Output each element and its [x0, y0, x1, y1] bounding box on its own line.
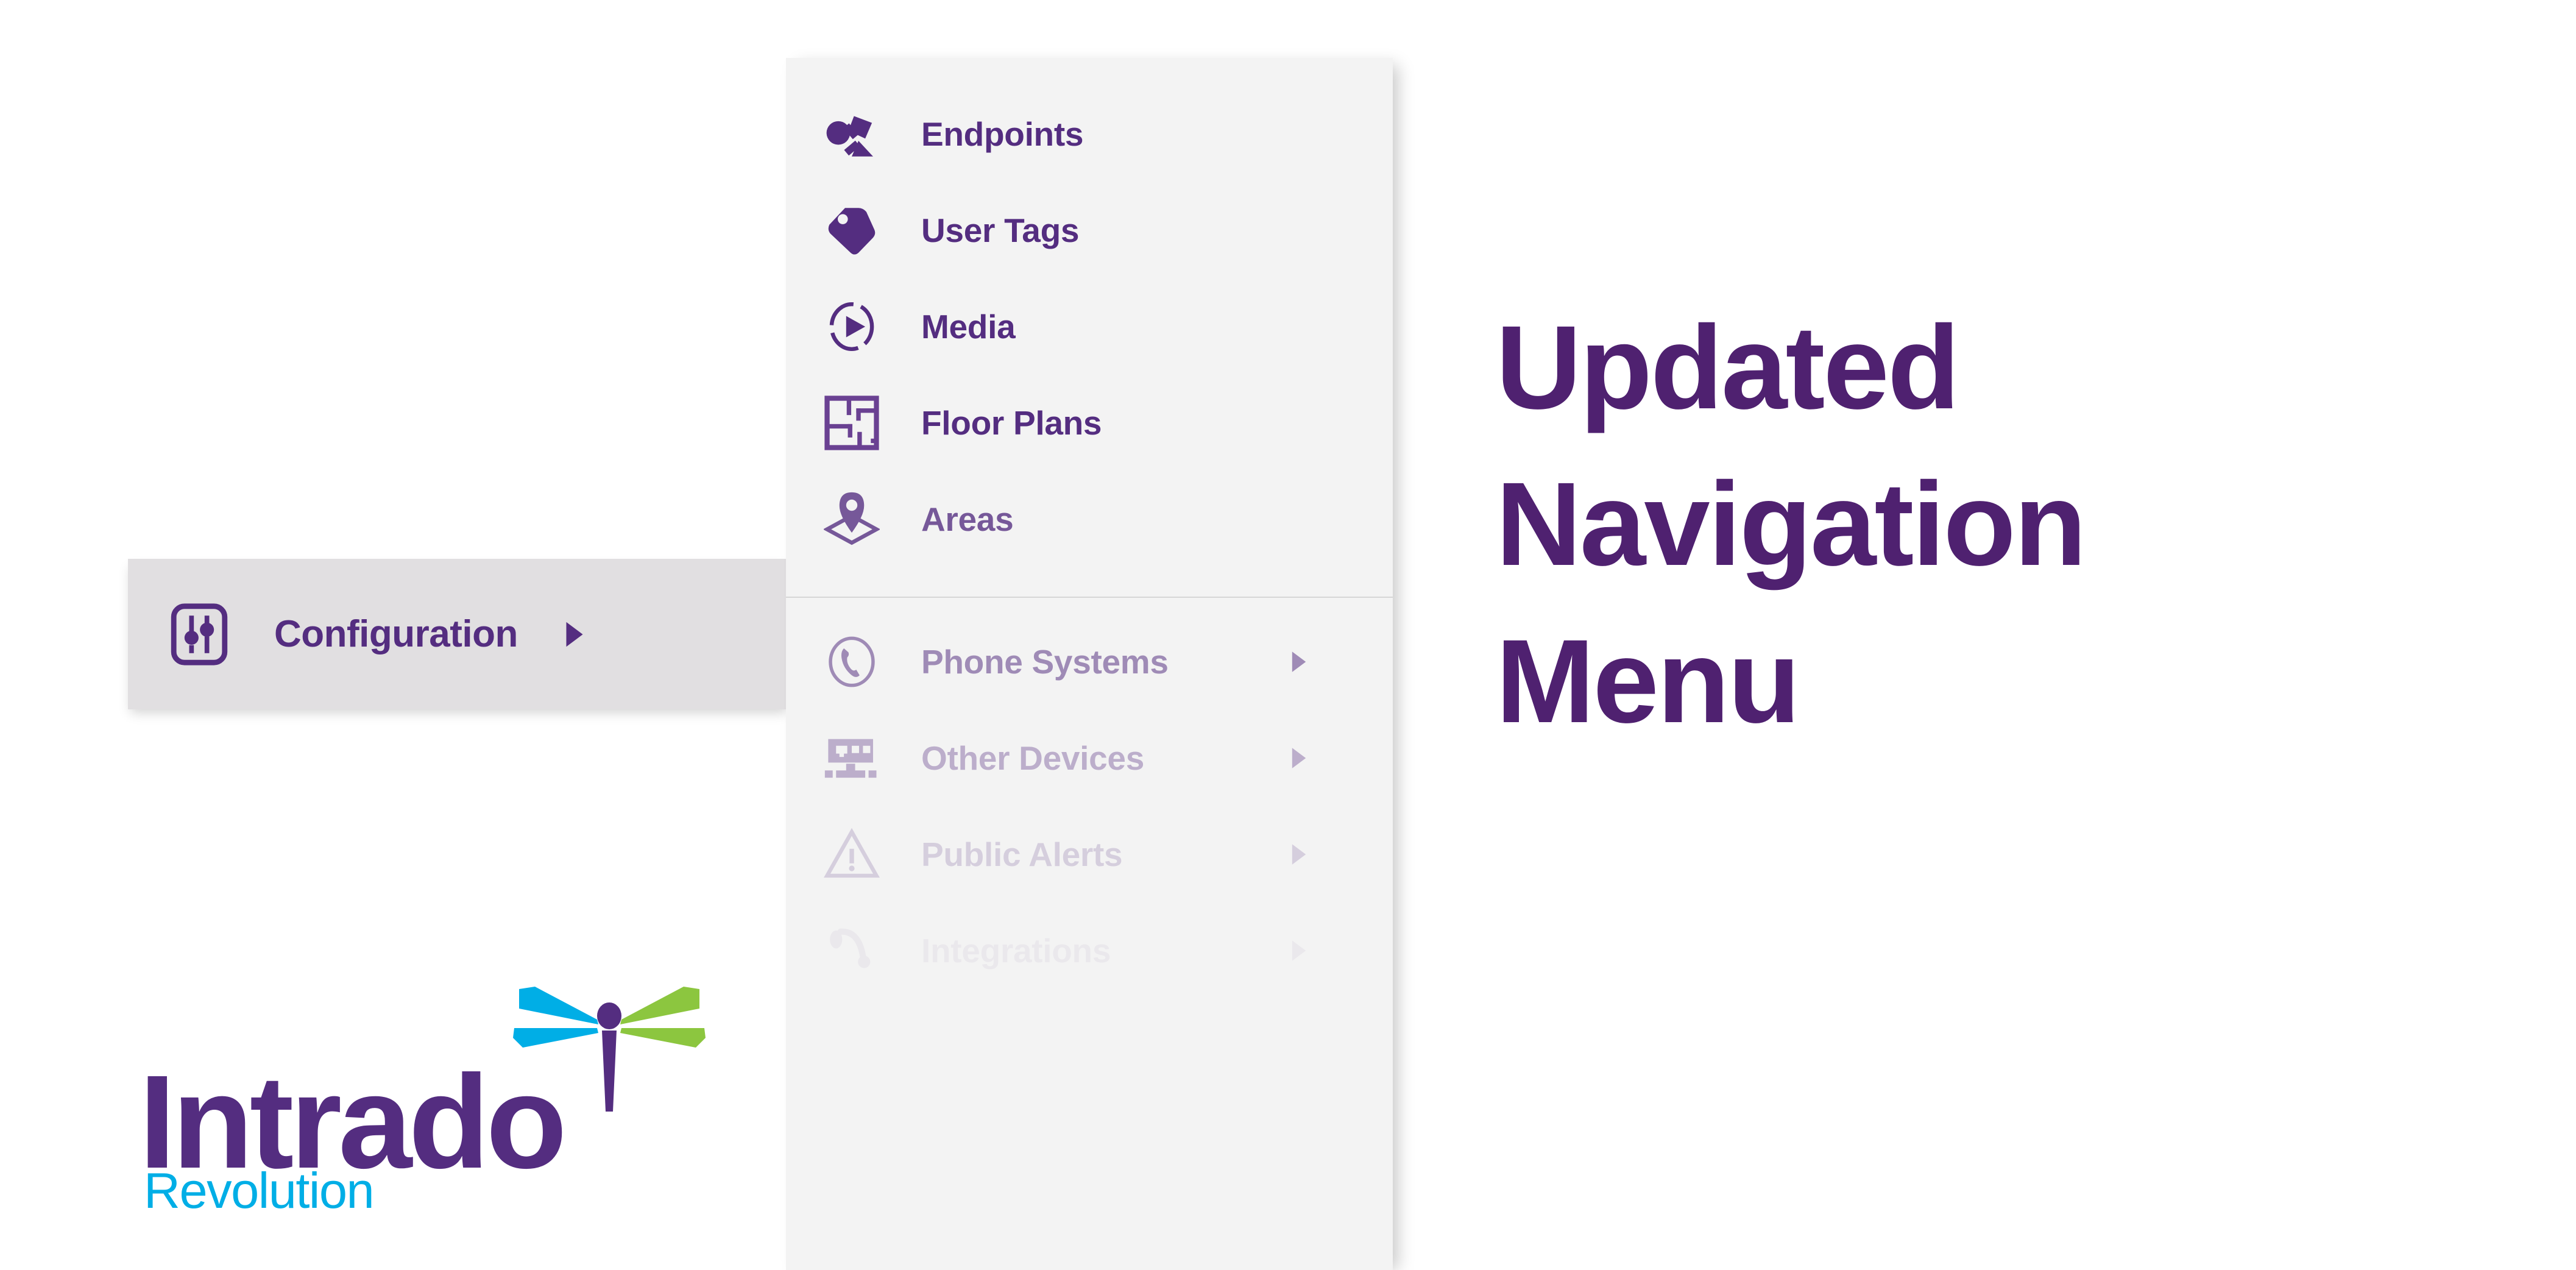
chevron-right-icon: [1292, 940, 1306, 961]
dragonfly-icon: [513, 987, 706, 1112]
phone-circle-icon: [829, 636, 875, 687]
floor-plan-icon: [824, 396, 879, 450]
submenu-item-user-tags[interactable]: User Tags: [786, 182, 1393, 278]
submenu-item-integrations[interactable]: Integrations: [786, 903, 1393, 999]
tag-icon: [828, 208, 876, 255]
chevron-right-icon: [1292, 651, 1306, 672]
submenu-item-endpoints[interactable]: Endpoints: [786, 86, 1393, 182]
submenu-item-endpoints-label: Endpoints: [921, 115, 1084, 153]
submenu-item-floor-plans-label: Floor Plans: [921, 404, 1102, 442]
submenu-divider: [786, 597, 1393, 598]
nav-item-configuration[interactable]: Configuration: [128, 559, 789, 709]
map-pin-icon: [824, 492, 880, 545]
submenu-item-floor-plans[interactable]: Floor Plans: [786, 375, 1393, 471]
configuration-submenu-panel: Endpoints User Tags Media Floor Plans Ar…: [786, 58, 1393, 1270]
submenu-item-media-label: Media: [921, 308, 1016, 346]
slide-canvas: Configuration Endpoints User Tags Media …: [0, 0, 2576, 1270]
sliders-icon: [171, 603, 228, 665]
submenu-item-other-devices[interactable]: Other Devices: [786, 710, 1393, 806]
submenu-item-public-alerts[interactable]: Public Alerts: [786, 806, 1393, 903]
brand-logo: Intrado Revolution: [139, 987, 718, 1234]
network-switch-icon: [824, 739, 877, 778]
integrations-icon: [830, 928, 871, 968]
submenu-item-phone-systems[interactable]: Phone Systems: [786, 614, 1393, 710]
page-title: Updated Navigation Menu: [1496, 289, 2495, 760]
page-title-line-1: Updated: [1496, 301, 1960, 434]
submenu-item-areas[interactable]: Areas: [786, 471, 1393, 567]
submenu-item-user-tags-label: User Tags: [921, 211, 1080, 249]
brand-logo-mark: Intrado Revolution: [139, 987, 718, 1234]
play-circle-icon: [829, 302, 874, 352]
submenu-item-media[interactable]: Media: [786, 278, 1393, 375]
submenu-item-integrations-label: Integrations: [921, 932, 1111, 970]
chevron-right-icon: [1292, 748, 1306, 768]
warning-icon: [824, 828, 880, 878]
chevron-right-icon: [566, 622, 583, 647]
submenu-item-public-alerts-label: Public Alerts: [921, 835, 1123, 873]
nav-item-configuration-label: Configuration: [274, 613, 518, 655]
submenu-item-other-devices-label: Other Devices: [921, 739, 1145, 777]
submenu-item-phone-systems-label: Phone Systems: [921, 643, 1169, 681]
submenu-item-areas-label: Areas: [921, 500, 1014, 538]
submenu-primary-group: Endpoints User Tags Media Floor Plans Ar…: [786, 86, 1393, 597]
submenu-secondary-group: Phone Systems Other Devices Public Alert…: [786, 614, 1393, 999]
share-network-icon: [826, 116, 873, 157]
page-title-line-2: Navigation: [1496, 458, 2087, 591]
chevron-right-icon: [1292, 844, 1306, 865]
page-title-line-3: Menu: [1496, 614, 1800, 748]
brand-tagline: Revolution: [144, 1162, 375, 1219]
submenu-group-spacer: [786, 567, 1393, 597]
